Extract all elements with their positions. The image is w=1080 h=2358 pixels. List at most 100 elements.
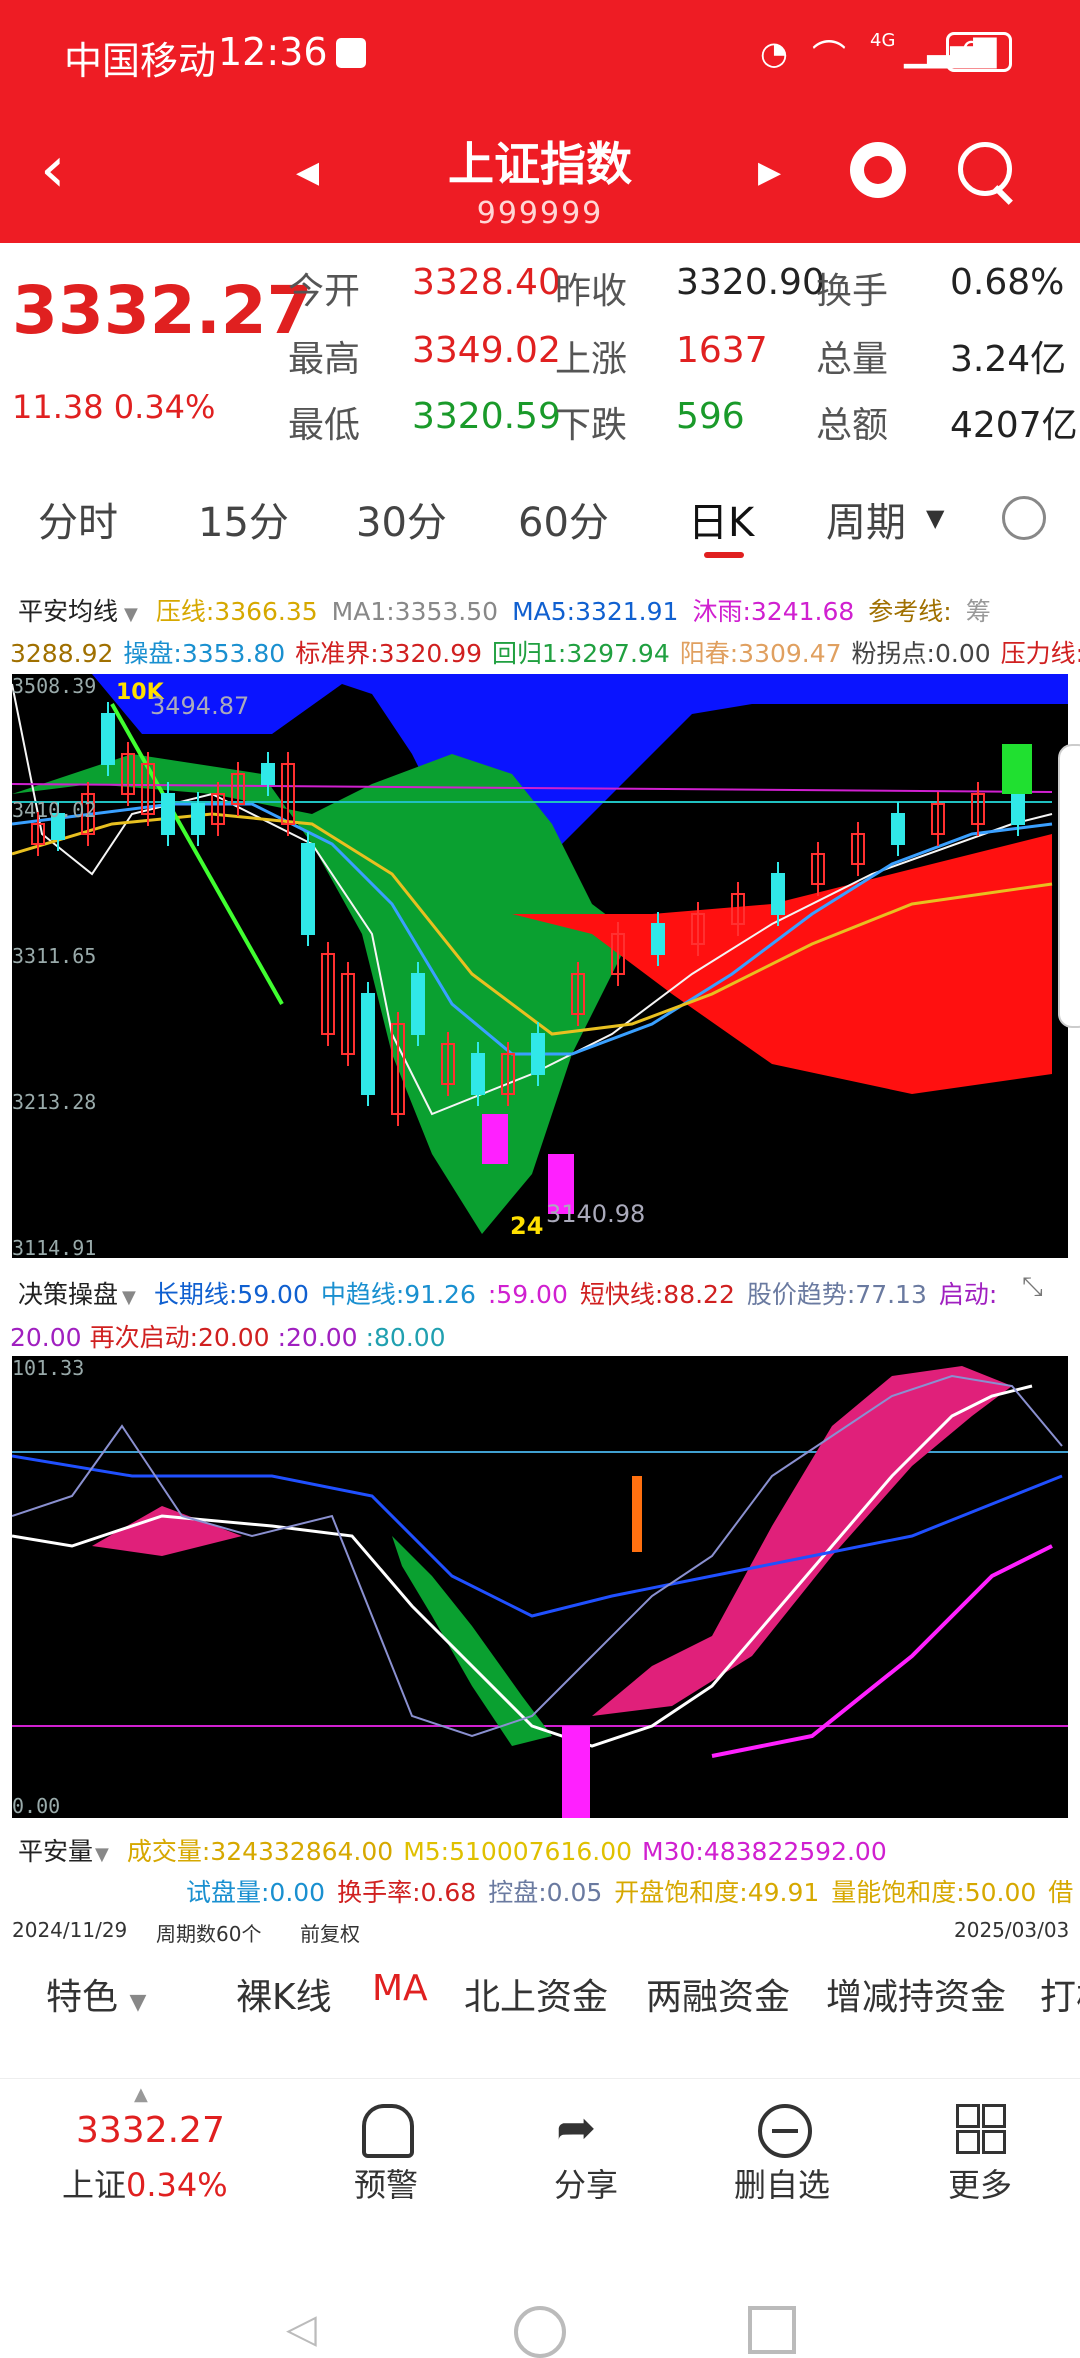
stock-title: 上证指数 [448, 137, 632, 191]
system-recent-icon[interactable] [748, 2306, 796, 2354]
volume-indicator-row1[interactable]: 平安量 ▼ 成交量:324332864.00 M5:510007616.00 M30:4… [18, 1832, 897, 1868]
indicator-value: 再次启动:20.00 [89, 1323, 270, 1352]
quote-value: 3349.02 [412, 330, 561, 371]
indicator-value: 阳春:3309.47 [679, 639, 842, 668]
candle-body [191, 803, 205, 835]
kline-svg [12, 674, 1068, 1234]
battery-icon: 63 [946, 32, 1012, 72]
decision-indicator-row1[interactable]: 决策操盘 ▼ 长期线:59.00 中趋线:91.26:59.00 短快线:88.22 股价… [18, 1275, 1009, 1311]
candle-body [301, 843, 315, 935]
quote-label: 下跌 [555, 405, 628, 446]
indicator-value: MA5:3321.91 [512, 597, 679, 626]
candle-body [651, 923, 665, 955]
trend-line-green [110, 703, 284, 1005]
tab-period[interactable]: 周期 [826, 490, 906, 548]
expand-icon[interactable]: ⤡ [1022, 1272, 1043, 1303]
indicator-value: 股价趋势:77.13 [746, 1280, 927, 1309]
indicator-value: 借 [1048, 1878, 1074, 1907]
signal-bar-green [1002, 744, 1032, 794]
green-area [392, 1536, 552, 1746]
remove-icon[interactable] [758, 2104, 812, 2158]
quote-label: 昨收 [555, 271, 628, 312]
quote-label: 换手 [816, 271, 889, 312]
indicator-value: 回归1:3297.94 [492, 639, 670, 668]
carrier: 中国移动 [64, 39, 217, 83]
kline-chart[interactable]: 3508.39 3410.02 3311.65 3213.28 3114.91 … [12, 674, 1068, 1258]
indicator-value: 平安均线 [18, 597, 119, 626]
signal-bar [482, 1114, 508, 1164]
indicator-value: :80.00 [365, 1323, 446, 1352]
quote-label: 总额 [816, 405, 889, 446]
indicator-value: 参考线: [868, 597, 952, 626]
axis-label-3: 3311.65 [12, 944, 97, 968]
candle-body [361, 993, 375, 1095]
tab-period[interactable]: 15分 [198, 490, 289, 548]
share-button[interactable]: 分享 [526, 2160, 646, 2206]
indicator-value: 粉拐点:0.00 [851, 639, 991, 668]
nav-item[interactable]: 裸K线 [236, 1968, 332, 2020]
decision-indicator-row2: 20.00 再次启动:20.00:20.00:80.00 [10, 1318, 454, 1354]
indicator-value: 3288.92 [10, 639, 114, 668]
indicator-value: 控盘:0.05 [488, 1878, 603, 1907]
candle-body [261, 763, 275, 785]
quote-value: 0.68% [950, 262, 1065, 303]
axis-label-2: 3410.02 [12, 798, 97, 822]
indicator-value: 沐雨:3241.68 [692, 597, 855, 626]
candle-body [531, 1033, 545, 1075]
remove-watchlist-button[interactable]: 删自选 [712, 2160, 852, 2206]
candle-body [471, 1053, 485, 1095]
adjust-mode[interactable]: 前复权 [300, 1918, 360, 1947]
orange-bar [632, 1476, 642, 1552]
quote-value: 3.24亿 [950, 339, 1067, 380]
tab-period[interactable]: 日K [688, 490, 754, 548]
tab-period[interactable]: 分时 [38, 490, 118, 548]
axis-label-4: 3213.28 [12, 1090, 97, 1114]
dropdown-arrow-icon: ▼ [926, 504, 945, 532]
mascot-icon[interactable] [850, 142, 906, 198]
quote-label: 总量 [816, 339, 889, 380]
indicator-value: 平安量 [18, 1837, 94, 1866]
last-price: 3332.27 [12, 272, 313, 349]
special-dropdown[interactable]: 特色 ▼ [46, 1968, 146, 2020]
tab-period[interactable]: 60分 [518, 490, 609, 548]
nav-item[interactable]: 两融资金 [646, 1968, 790, 2020]
indicator-value: 启动: [938, 1280, 998, 1309]
indicator-value: M5:510007616.00 [403, 1837, 633, 1866]
side-drawer-handle[interactable] [1058, 744, 1080, 1028]
quote-label: 上涨 [555, 339, 628, 380]
magenta-bar [562, 1726, 590, 1818]
quote-label: 今开 [288, 271, 361, 312]
sub-axis-bottom: 0.00 [12, 1794, 61, 1818]
search-icon[interactable] [958, 142, 1012, 196]
quote-value: 3320.90 [676, 262, 825, 303]
candle-body [891, 813, 905, 845]
bell-icon[interactable] [362, 2104, 414, 2158]
nav-item[interactable]: 增减持资金 [826, 1968, 1006, 2020]
indicator-value: 中趋线:91.26 [320, 1280, 476, 1309]
next-stock-icon[interactable]: ▶ [758, 155, 781, 190]
axis-label-top: 3508.39 [12, 674, 97, 698]
more-button[interactable]: 更多 [920, 2160, 1040, 2206]
quote-value: 3320.59 [412, 396, 561, 437]
grid-icon[interactable] [956, 2104, 1006, 2154]
system-home-icon[interactable] [514, 2306, 566, 2358]
alert-button[interactable]: 预警 [326, 2160, 446, 2206]
nav-item[interactable]: 打板 [1040, 1968, 1080, 2020]
indicator-value: 换手率:0.68 [337, 1878, 477, 1907]
system-back-icon[interactable]: ◁ [286, 2306, 317, 2352]
tab-period[interactable]: 30分 [356, 490, 447, 548]
decision-chart[interactable]: 101.33 0.00 [12, 1356, 1068, 1818]
bottom-index[interactable]: 上证0.34% [62, 2160, 228, 2206]
settings-icon[interactable] [1002, 496, 1046, 540]
share-icon[interactable]: ➦ [556, 2100, 596, 2156]
ma-indicator-row1[interactable]: 平安均线 ▼ 压线:3366.35 MA1:3353.50 MA5:3321.91 沐雨:… [18, 592, 1005, 628]
candle-body [101, 713, 115, 765]
dropdown-arrow-icon: ▼ [124, 604, 138, 625]
low-value: 3140.98 [546, 1200, 646, 1228]
indicator-value: 压线:3366.35 [155, 597, 318, 626]
nav-item[interactable]: 北上资金 [464, 1968, 608, 2020]
range-end: 2025/03/03 [954, 1918, 1070, 1942]
nav-item[interactable]: MA [372, 1968, 428, 2009]
quote-value: 3328.40 [412, 262, 561, 303]
indicator-value: 操盘:3353.80 [123, 639, 286, 668]
